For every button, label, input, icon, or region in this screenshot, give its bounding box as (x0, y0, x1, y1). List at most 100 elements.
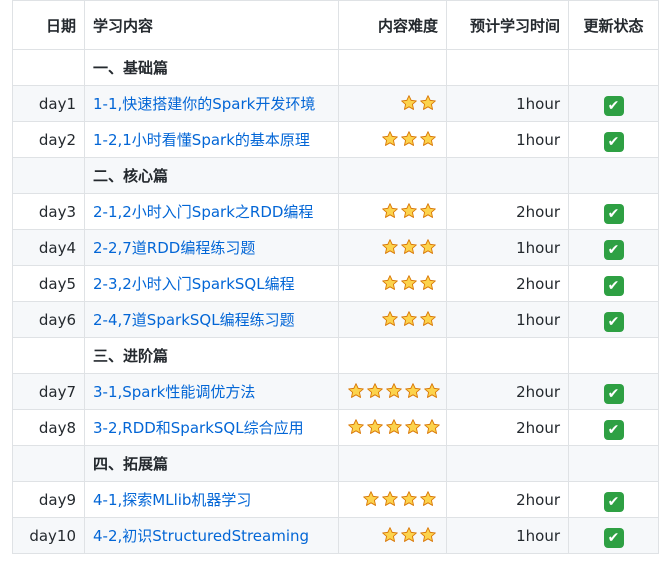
lesson-link[interactable]: 1-2,1小时看懂Spark的基本原理 (93, 131, 310, 149)
cell-status: ✔ (568, 481, 659, 518)
header-row: 日期 学习内容 内容难度 预计学习时间 更新状态 (12, 0, 659, 50)
table-row: day5 2-3,2小时入门SparkSQL编程 2hour ✔ (12, 265, 659, 302)
star-icon (419, 238, 437, 256)
cell-content: 2-1,2小时入门Spark之RDD编程 (84, 193, 339, 230)
star-icon (419, 490, 437, 508)
cell-time: 1hour (446, 121, 569, 158)
star-icon (419, 310, 437, 328)
cell-content: 4-2,初识StructuredStreaming (84, 517, 339, 554)
cell-date (12, 157, 85, 194)
section-row: 三、进阶篇 (12, 337, 659, 374)
cell-difficulty (338, 49, 447, 86)
star-icon (366, 382, 384, 400)
lesson-link[interactable]: 1-1,快速搭建你的Spark开发环境 (93, 95, 315, 113)
cell-date: day7 (12, 373, 85, 410)
cell-date: day2 (12, 121, 85, 158)
cell-difficulty (338, 229, 447, 266)
cell-difficulty (338, 517, 447, 554)
star-icon (400, 490, 418, 508)
cell-status (568, 337, 659, 374)
star-icon (419, 274, 437, 292)
cell-date: day10 (12, 517, 85, 554)
star-icon (400, 94, 418, 112)
cell-date: day4 (12, 229, 85, 266)
lesson-link[interactable]: 4-1,探索MLlib机器学习 (93, 491, 251, 509)
cell-date: day8 (12, 409, 85, 446)
lesson-link[interactable]: 4-2,初识StructuredStreaming (93, 527, 309, 545)
lesson-link[interactable]: 2-3,2小时入门SparkSQL编程 (93, 275, 295, 293)
table-body: 一、基础篇 day1 1-1,快速搭建你的Spark开发环境 1hour ✔ day2 1-… (12, 49, 659, 554)
study-plan-table: 日期 学习内容 内容难度 预计学习时间 更新状态 一、基础篇 day1 1-1,快速… (12, 0, 659, 554)
star-icon (347, 418, 365, 436)
header-difficulty: 内容难度 (338, 0, 447, 50)
cell-date (12, 445, 85, 482)
table-row: day9 4-1,探索MLlib机器学习 2hour ✔ (12, 481, 659, 518)
cell-time (446, 49, 569, 86)
table-row: day6 2-4,7道SparkSQL编程练习题 1hour ✔ (12, 301, 659, 338)
star-icon (423, 418, 441, 436)
check-mark-icon: ✔ (603, 383, 624, 404)
cell-status: ✔ (568, 265, 659, 302)
lesson-link[interactable]: 2-2,7道RDD编程练习题 (93, 239, 255, 257)
page: 日期 学习内容 内容难度 预计学习时间 更新状态 一、基础篇 day1 1-1,快速… (0, 0, 670, 554)
cell-content: 3-1,Spark性能调优方法 (84, 373, 339, 410)
cell-status: ✔ (568, 517, 659, 554)
star-icon (385, 382, 403, 400)
cell-difficulty (338, 85, 447, 122)
check-mark-icon: ✔ (603, 311, 624, 332)
star-icon (381, 310, 399, 328)
cell-time (446, 337, 569, 374)
cell-status: ✔ (568, 229, 659, 266)
section-title: 一、基础篇 (84, 49, 339, 86)
table-row: day8 3-2,RDD和SparkSQL综合应用 2hour ✔ (12, 409, 659, 446)
table-row: day3 2-1,2小时入门Spark之RDD编程 2hour ✔ (12, 193, 659, 230)
check-mark-icon: ✔ (603, 239, 624, 260)
cell-status (568, 445, 659, 482)
check-mark-icon: ✔ (603, 527, 624, 548)
star-icon (423, 382, 441, 400)
lesson-link[interactable]: 3-2,RDD和SparkSQL综合应用 (93, 419, 304, 437)
cell-status: ✔ (568, 85, 659, 122)
lesson-link[interactable]: 3-1,Spark性能调优方法 (93, 383, 255, 401)
star-icon (400, 526, 418, 544)
cell-difficulty (338, 301, 447, 338)
check-mark-icon: ✔ (603, 419, 624, 440)
star-icon (381, 526, 399, 544)
cell-content: 3-2,RDD和SparkSQL综合应用 (84, 409, 339, 446)
cell-difficulty (338, 157, 447, 194)
cell-difficulty (338, 265, 447, 302)
lesson-link[interactable]: 2-4,7道SparkSQL编程练习题 (93, 311, 295, 329)
star-icon (366, 418, 384, 436)
section-row: 一、基础篇 (12, 49, 659, 86)
cell-date (12, 337, 85, 374)
cell-time: 2hour (446, 409, 569, 446)
cell-date: day1 (12, 85, 85, 122)
check-mark-icon: ✔ (603, 131, 624, 152)
table-row: day4 2-2,7道RDD编程练习题 1hour ✔ (12, 229, 659, 266)
cell-time: 1hour (446, 517, 569, 554)
section-row: 二、核心篇 (12, 157, 659, 194)
star-icon (347, 382, 365, 400)
cell-status: ✔ (568, 121, 659, 158)
star-icon (362, 490, 380, 508)
cell-content: 2-4,7道SparkSQL编程练习题 (84, 301, 339, 338)
cell-content: 1-1,快速搭建你的Spark开发环境 (84, 85, 339, 122)
star-icon (381, 130, 399, 148)
star-icon (419, 202, 437, 220)
star-icon (419, 130, 437, 148)
star-icon (400, 202, 418, 220)
star-icon (400, 274, 418, 292)
star-icon (381, 238, 399, 256)
star-icon (419, 526, 437, 544)
lesson-link[interactable]: 2-1,2小时入门Spark之RDD编程 (93, 203, 313, 221)
cell-content: 4-1,探索MLlib机器学习 (84, 481, 339, 518)
check-mark-icon: ✔ (603, 95, 624, 116)
star-icon (385, 418, 403, 436)
cell-time: 1hour (446, 85, 569, 122)
table-header: 日期 学习内容 内容难度 预计学习时间 更新状态 (12, 0, 659, 50)
section-title: 三、进阶篇 (84, 337, 339, 374)
cell-date (12, 49, 85, 86)
cell-date: day5 (12, 265, 85, 302)
cell-status (568, 157, 659, 194)
star-icon (381, 274, 399, 292)
